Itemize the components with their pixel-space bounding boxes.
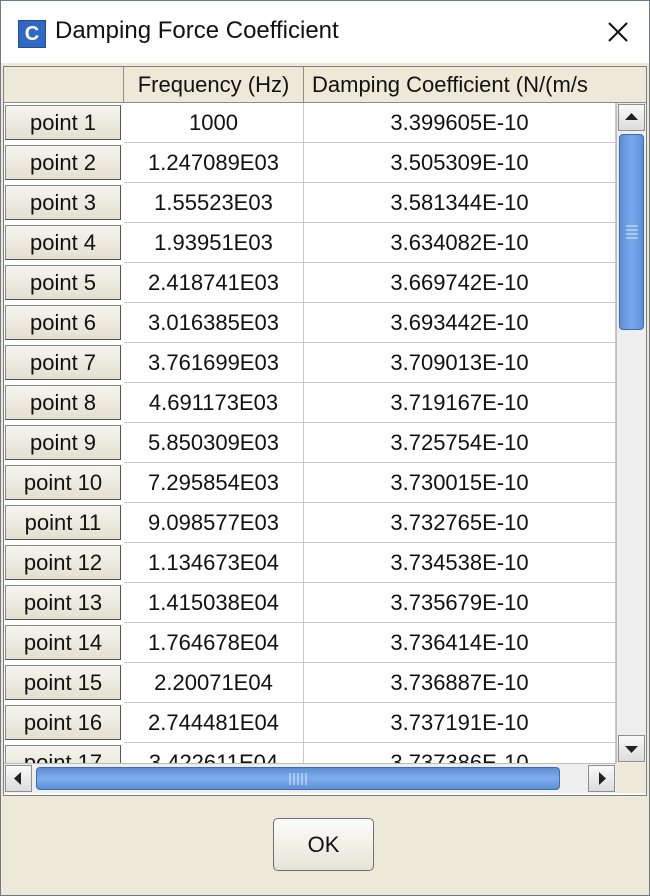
row-header-button[interactable]: point 3 xyxy=(5,185,121,220)
table-header: Frequency (Hz) Damping Coefficient (N/(m… xyxy=(4,67,646,103)
table-row: point 14 1.764678E04 3.736414E-10 xyxy=(4,623,616,663)
table-row: point 1 1000 3.399605E-10 xyxy=(4,103,616,143)
arrow-right-icon xyxy=(599,772,606,785)
title-bar[interactable]: C Damping Force Coefficient xyxy=(1,1,649,63)
damping-coefficient-cell[interactable]: 3.634082E-10 xyxy=(304,223,616,263)
arrow-left-icon xyxy=(14,772,21,785)
row-header-button[interactable]: point 17 xyxy=(5,745,121,763)
arrow-down-icon xyxy=(625,746,638,753)
damping-coefficient-cell[interactable]: 3.734538E-10 xyxy=(304,543,616,583)
row-header-button[interactable]: point 1 xyxy=(5,105,121,140)
row-header-button[interactable]: point 5 xyxy=(5,265,121,300)
scroll-right-button[interactable] xyxy=(588,765,615,792)
row-header-button[interactable]: point 10 xyxy=(5,465,121,500)
frequency-cell[interactable]: 1.134673E04 xyxy=(124,543,304,583)
damping-coefficient-cell[interactable]: 3.732765E-10 xyxy=(304,503,616,543)
frequency-cell[interactable]: 3.761699E03 xyxy=(124,343,304,383)
damping-coefficient-cell[interactable]: 3.725754E-10 xyxy=(304,423,616,463)
frequency-cell[interactable]: 3.016385E03 xyxy=(124,303,304,343)
table-row: point 12 1.134673E04 3.734538E-10 xyxy=(4,543,616,583)
close-icon xyxy=(608,22,628,42)
row-header-button[interactable]: point 15 xyxy=(5,665,121,700)
header-corner xyxy=(4,67,124,102)
table-row: point 17 3.422611E04 3.737386E-10 xyxy=(4,743,616,763)
frequency-cell[interactable]: 1.247089E03 xyxy=(124,143,304,183)
scroll-down-button[interactable] xyxy=(618,735,645,762)
damping-coefficient-cell[interactable]: 3.730015E-10 xyxy=(304,463,616,503)
row-header-button[interactable]: point 16 xyxy=(5,705,121,740)
table-row: point 3 1.55523E03 3.581344E-10 xyxy=(4,183,616,223)
frequency-cell[interactable]: 3.422611E04 xyxy=(124,743,304,763)
frequency-cell[interactable]: 1000 xyxy=(124,103,304,143)
damping-coefficient-cell[interactable]: 3.735679E-10 xyxy=(304,583,616,623)
arrow-up-icon xyxy=(625,113,638,120)
row-header-button[interactable]: point 8 xyxy=(5,385,121,420)
grip-icon xyxy=(289,773,307,785)
frequency-cell[interactable]: 1.55523E03 xyxy=(124,183,304,223)
table-row: point 9 5.850309E03 3.725754E-10 xyxy=(4,423,616,463)
data-table: Frequency (Hz) Damping Coefficient (N/(m… xyxy=(3,66,647,796)
row-header-button[interactable]: point 13 xyxy=(5,585,121,620)
frequency-cell[interactable]: 7.295854E03 xyxy=(124,463,304,503)
row-header-button[interactable]: point 11 xyxy=(5,505,121,540)
damping-coefficient-cell[interactable]: 3.693442E-10 xyxy=(304,303,616,343)
vertical-scrollbar[interactable] xyxy=(616,103,646,763)
damping-coefficient-cell[interactable]: 3.736887E-10 xyxy=(304,663,616,703)
row-header-button[interactable]: point 12 xyxy=(5,545,121,580)
damping-coefficient-cell[interactable]: 3.505309E-10 xyxy=(304,143,616,183)
table-row: point 16 2.744481E04 3.737191E-10 xyxy=(4,703,616,743)
damping-coefficient-cell[interactable]: 3.669742E-10 xyxy=(304,263,616,303)
grip-icon xyxy=(626,225,638,239)
frequency-cell[interactable]: 9.098577E03 xyxy=(124,503,304,543)
table-body: point 1 1000 3.399605E-10 point 2 1.247089E0… xyxy=(4,103,616,763)
vertical-scroll-thumb[interactable] xyxy=(619,134,644,330)
table-row: point 15 2.20071E04 3.736887E-10 xyxy=(4,663,616,703)
scrollbar-corner xyxy=(616,763,646,793)
damping-coefficient-cell[interactable]: 3.399605E-10 xyxy=(304,103,616,143)
frequency-cell[interactable]: 1.764678E04 xyxy=(124,623,304,663)
row-header-button[interactable]: point 9 xyxy=(5,425,121,460)
damping-coefficient-cell[interactable]: 3.736414E-10 xyxy=(304,623,616,663)
damping-coefficient-cell[interactable]: 3.719167E-10 xyxy=(304,383,616,423)
row-header-button[interactable]: point 6 xyxy=(5,305,121,340)
damping-coefficient-cell[interactable]: 3.737386E-10 xyxy=(304,743,616,763)
frequency-cell[interactable]: 1.415038E04 xyxy=(124,583,304,623)
horizontal-scrollbar[interactable] xyxy=(4,763,616,793)
row-header-button[interactable]: point 2 xyxy=(5,145,121,180)
table-row: point 4 1.93951E03 3.634082E-10 xyxy=(4,223,616,263)
table-row: point 13 1.415038E04 3.735679E-10 xyxy=(4,583,616,623)
header-damping-coefficient[interactable]: Damping Coefficient (N/(m/s xyxy=(304,67,646,102)
frequency-cell[interactable]: 2.20071E04 xyxy=(124,663,304,703)
frequency-cell[interactable]: 1.93951E03 xyxy=(124,223,304,263)
window-title: Damping Force Coefficient xyxy=(55,17,339,44)
damping-coefficient-cell[interactable]: 3.709013E-10 xyxy=(304,343,616,383)
app-icon-letter: C xyxy=(24,23,40,45)
damping-coefficient-cell[interactable]: 3.737191E-10 xyxy=(304,703,616,743)
frequency-cell[interactable]: 2.744481E04 xyxy=(124,703,304,743)
table-row: point 10 7.295854E03 3.730015E-10 xyxy=(4,463,616,503)
close-button[interactable] xyxy=(601,15,635,49)
scroll-left-button[interactable] xyxy=(5,765,32,792)
row-header-button[interactable]: point 4 xyxy=(5,225,121,260)
app-icon: C xyxy=(18,20,46,48)
table-row: point 6 3.016385E03 3.693442E-10 xyxy=(4,303,616,343)
ok-button[interactable]: OK xyxy=(273,818,374,871)
damping-coefficient-cell[interactable]: 3.581344E-10 xyxy=(304,183,616,223)
frequency-cell[interactable]: 4.691173E03 xyxy=(124,383,304,423)
table-row: point 5 2.418741E03 3.669742E-10 xyxy=(4,263,616,303)
frequency-cell[interactable]: 2.418741E03 xyxy=(124,263,304,303)
table-row: point 2 1.247089E03 3.505309E-10 xyxy=(4,143,616,183)
table-row: point 7 3.761699E03 3.709013E-10 xyxy=(4,343,616,383)
horizontal-scroll-thumb[interactable] xyxy=(36,767,560,790)
scroll-up-button[interactable] xyxy=(618,104,645,131)
table-row: point 11 9.098577E03 3.732765E-10 xyxy=(4,503,616,543)
row-header-button[interactable]: point 7 xyxy=(5,345,121,380)
header-frequency[interactable]: Frequency (Hz) xyxy=(124,67,304,102)
table-row: point 8 4.691173E03 3.719167E-10 xyxy=(4,383,616,423)
row-header-button[interactable]: point 14 xyxy=(5,625,121,660)
dialog-window: C Damping Force Coefficient Frequency (H… xyxy=(0,0,650,896)
frequency-cell[interactable]: 5.850309E03 xyxy=(124,423,304,463)
